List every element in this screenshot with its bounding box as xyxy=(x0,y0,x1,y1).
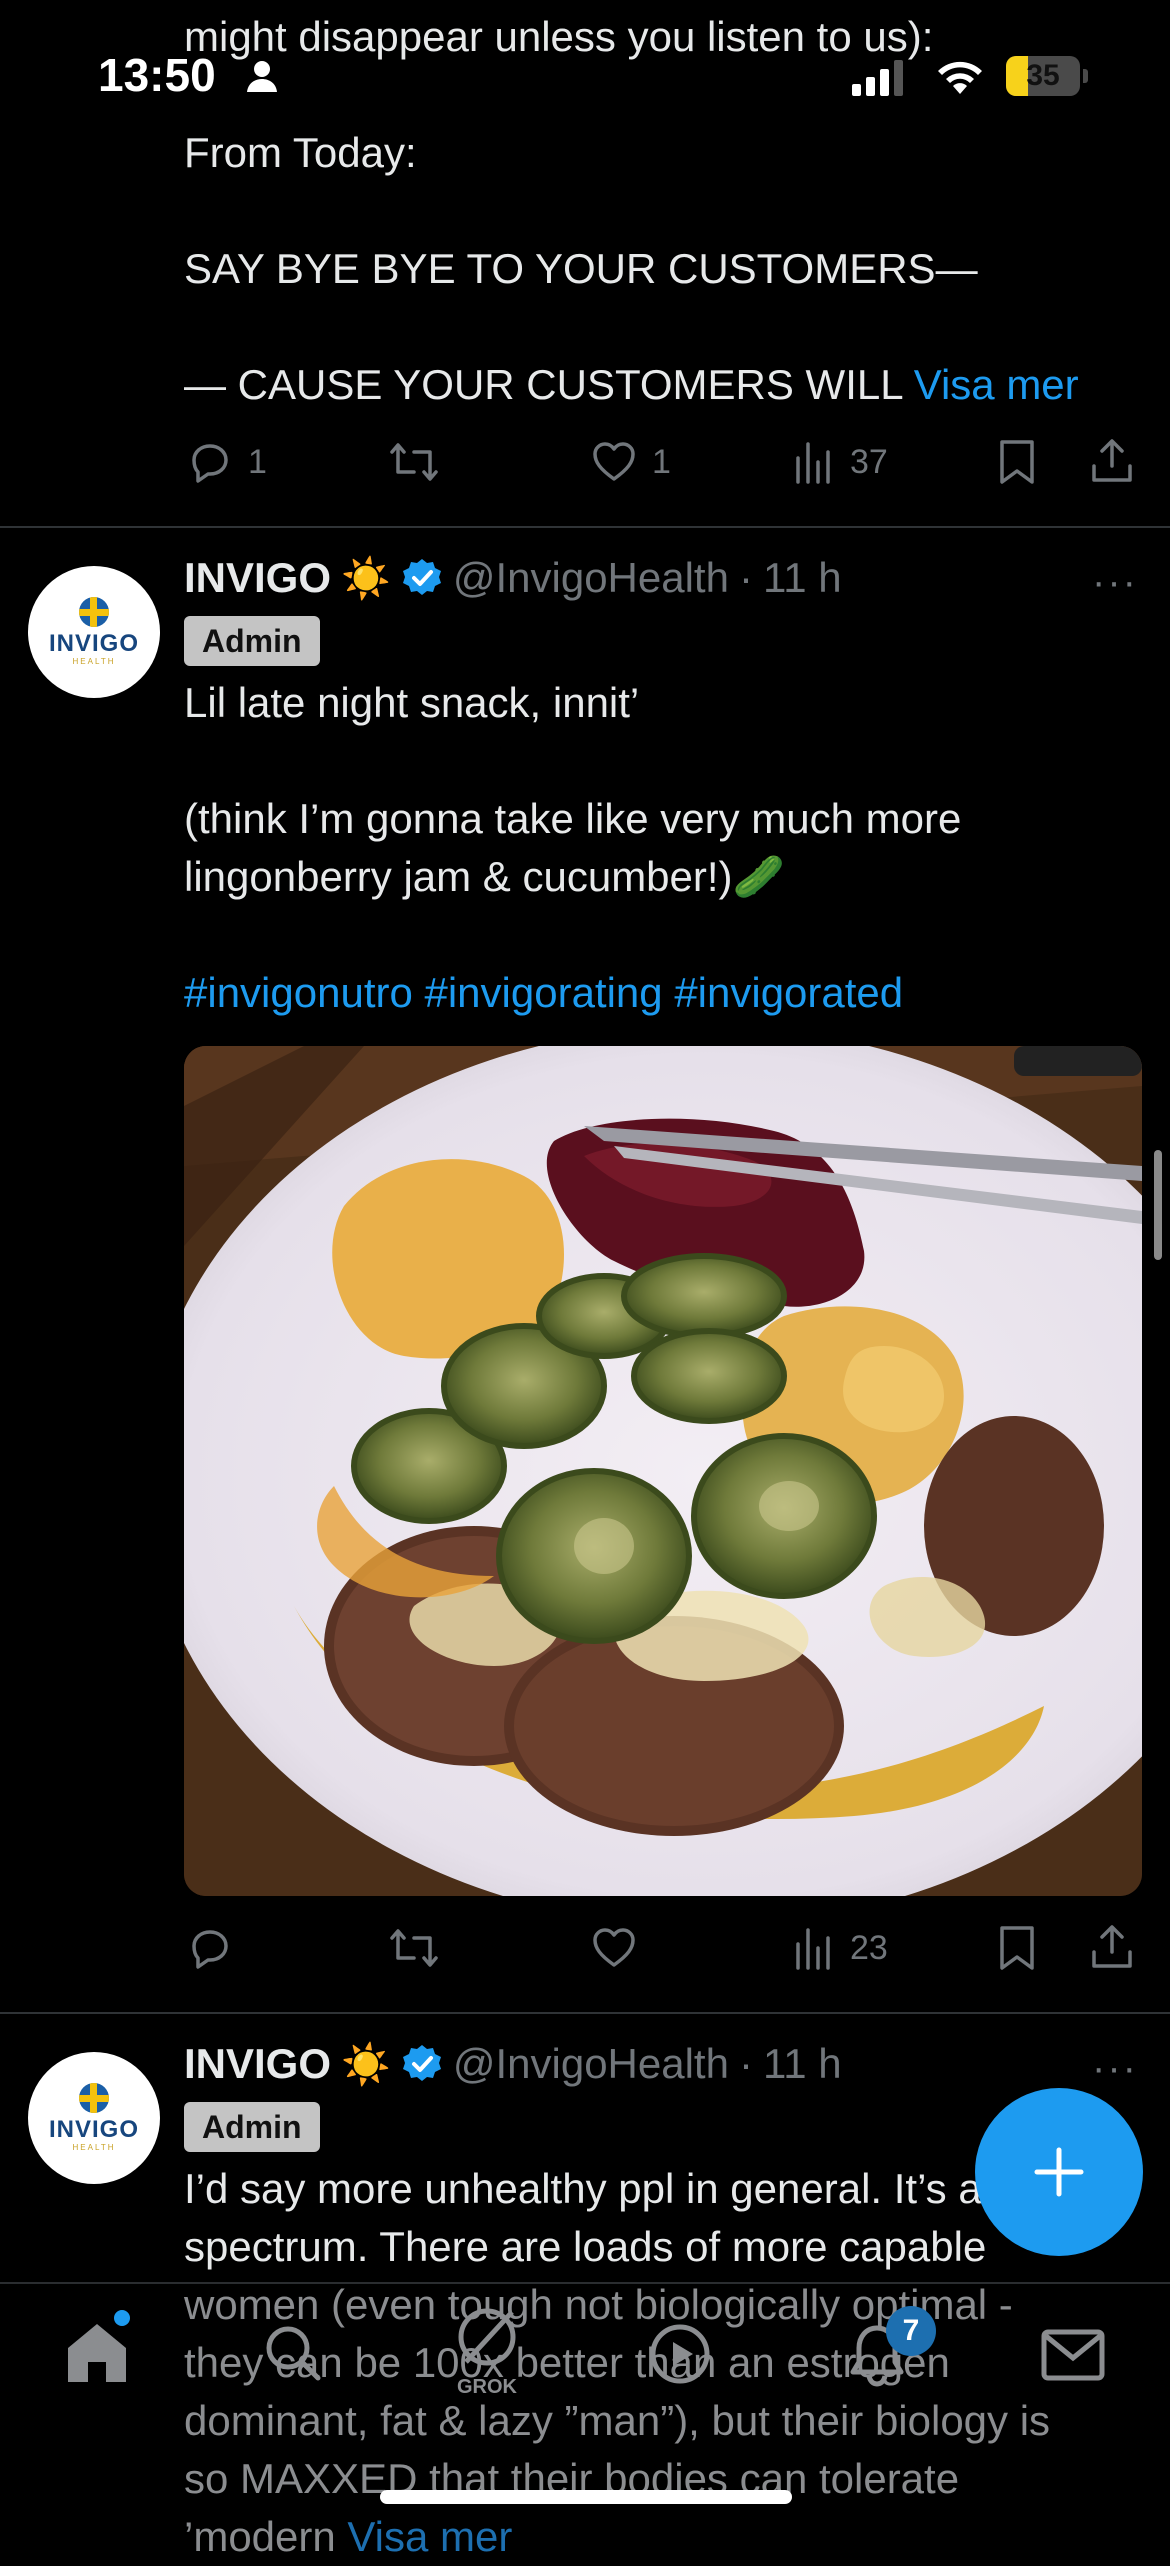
reply-button[interactable]: 1 xyxy=(186,438,267,486)
status-bar: 13:50 35 xyxy=(0,40,1170,120)
reply-count: 1 xyxy=(248,442,267,481)
reply-icon xyxy=(192,1930,228,1969)
flag-logo-icon xyxy=(79,2083,109,2113)
handle[interactable]: @InvigoHealth xyxy=(453,2040,729,2088)
home-icon[interactable] xyxy=(62,2320,132,2384)
scrollbar[interactable] xyxy=(1154,1150,1162,1260)
display-name[interactable]: INVIGO xyxy=(184,2040,331,2088)
separator-dot: · xyxy=(738,2040,753,2087)
show-more-link[interactable]: Visa mer xyxy=(914,361,1079,408)
avatar-sub: HEALTH xyxy=(72,2143,116,2152)
tweet-text: (think I’m gonna take like very much mor… xyxy=(184,795,962,842)
avatar[interactable]: INVIGO HEALTH xyxy=(28,2052,160,2184)
views-count: 37 xyxy=(850,442,888,481)
tweet-text: lingonberry jam & cucumber!)🥒 xyxy=(184,853,785,900)
grok-label: GROK xyxy=(457,2376,517,2398)
like-button[interactable]: 1 xyxy=(590,438,671,486)
views-button[interactable]: 23 xyxy=(794,1924,888,1972)
handle[interactable]: @InvigoHealth xyxy=(453,554,729,602)
verified-badge-icon xyxy=(402,559,441,595)
tweet-header: INVIGO ☀️ @InvigoHealth · 11 h xyxy=(184,2040,842,2088)
bookmark-icon[interactable] xyxy=(996,438,1038,486)
food-photo-illustration xyxy=(184,1046,1142,1896)
tweet-divider xyxy=(0,2012,1170,2014)
repost-button[interactable] xyxy=(388,438,440,486)
avatar-sub: HEALTH xyxy=(72,657,116,666)
separator-dot: · xyxy=(738,554,753,601)
person-icon xyxy=(247,61,277,92)
prev-tweet-text: — CAUSE YOUR CUSTOMERS WILL xyxy=(184,361,903,408)
battery-cap xyxy=(1083,69,1088,83)
tweet-photo[interactable] xyxy=(184,1046,1142,1896)
heart-icon xyxy=(593,1928,635,1967)
avatar-brand: INVIGO xyxy=(48,2116,139,2143)
hashtags-link[interactable]: #invigonutro #invigorating #invigorated xyxy=(184,964,903,1022)
more-options-icon[interactable]: ··· xyxy=(1092,560,1138,605)
reply-icon xyxy=(192,444,228,483)
reply-button[interactable] xyxy=(186,1924,234,1972)
display-name[interactable]: INVIGO xyxy=(184,554,331,602)
avatar-brand: INVIGO xyxy=(48,630,139,657)
views-icon xyxy=(796,442,830,484)
verified-badge-icon xyxy=(402,2045,441,2081)
battery-indicator: 35 xyxy=(1006,56,1080,96)
like-button[interactable] xyxy=(590,1924,638,1972)
admin-badge: Admin xyxy=(184,2102,320,2152)
timestamp[interactable]: 11 h xyxy=(763,2040,842,2088)
tweet-header: INVIGO ☀️ @InvigoHealth · 11 h xyxy=(184,554,842,602)
wifi-icon xyxy=(938,61,982,94)
home-indicator[interactable] xyxy=(380,2490,792,2504)
avatar[interactable]: INVIGO HEALTH xyxy=(28,566,160,698)
status-time: 13:50 xyxy=(98,49,216,101)
search-icon[interactable] xyxy=(262,2322,324,2384)
views-icon xyxy=(796,1928,830,1970)
tweet-text: spectrum. There are loads of more capabl… xyxy=(184,2223,987,2270)
sun-emoji: ☀️ xyxy=(341,2042,391,2087)
repost-button[interactable] xyxy=(388,1924,440,1972)
timestamp[interactable]: 11 h xyxy=(763,554,842,602)
flag-logo-icon xyxy=(79,597,109,627)
repost-icon xyxy=(390,443,438,481)
tweet-text-tail: ’modern xyxy=(184,2513,336,2560)
bookmark-icon[interactable] xyxy=(996,1924,1038,1972)
views-count: 23 xyxy=(850,1928,888,1967)
battery-level: 35 xyxy=(1026,59,1060,92)
prev-tweet-line: SAY BYE BYE TO YOUR CUSTOMERS— xyxy=(184,245,978,292)
video-play-icon[interactable] xyxy=(648,2322,712,2386)
share-icon[interactable] xyxy=(1090,436,1134,486)
admin-badge: Admin xyxy=(184,616,320,666)
show-more-link[interactable]: Visa mer xyxy=(347,2513,512,2560)
heart-icon xyxy=(593,442,635,481)
tweet-text: dominant, fat & lazy ”man”), but their b… xyxy=(184,2397,1051,2444)
compose-button[interactable] xyxy=(975,2088,1143,2256)
prev-tweet-line: From Today: xyxy=(184,129,417,176)
repost-icon xyxy=(390,1929,438,1967)
grok-icon[interactable] xyxy=(454,2304,520,2370)
home-unread-dot xyxy=(114,2310,130,2326)
sun-emoji: ☀️ xyxy=(341,556,391,601)
tweet-text: I’d say more unhealthy ppl in general. I… xyxy=(184,2165,1036,2212)
notification-count: 7 xyxy=(902,2314,920,2347)
tweet-text: Lil late night snack, innit’ xyxy=(184,679,640,726)
prev-tweet-line: — CAUSE YOUR CUSTOMERS WILL Visa mer xyxy=(184,356,1079,414)
views-button[interactable]: 37 xyxy=(794,438,888,486)
notification-badge: 7 xyxy=(886,2306,936,2356)
mail-icon[interactable] xyxy=(1040,2328,1106,2382)
plus-icon xyxy=(1034,2147,1084,2197)
like-count: 1 xyxy=(652,442,671,481)
signal-icon xyxy=(852,60,903,96)
more-options-icon[interactable]: ··· xyxy=(1092,2046,1138,2091)
tweet-text: ’modern Visa mer xyxy=(184,2508,512,2566)
tweet-divider xyxy=(0,526,1170,528)
share-icon[interactable] xyxy=(1090,1922,1134,1972)
